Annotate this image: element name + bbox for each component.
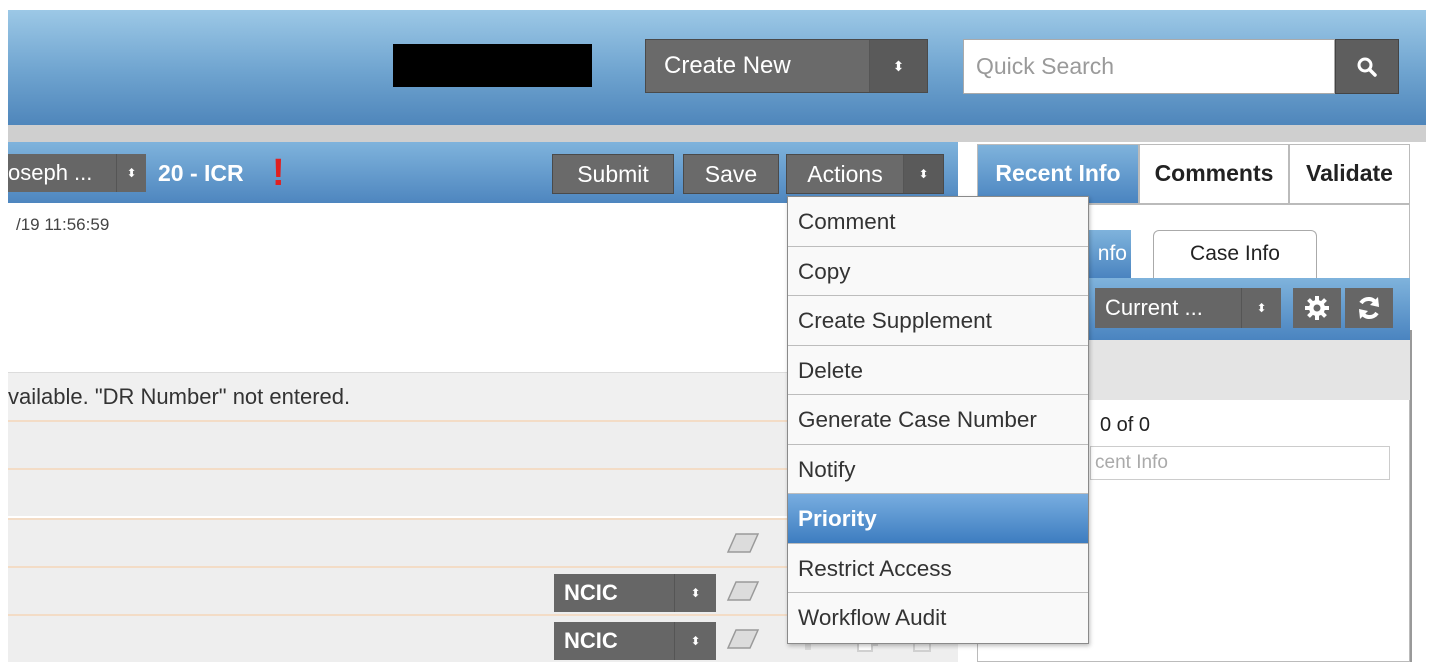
- eraser-icon[interactable]: [726, 580, 760, 602]
- person-select-label: oseph ...: [8, 160, 93, 185]
- create-new-select[interactable]: Create New ⬍: [645, 39, 928, 93]
- quick-search-placeholder: Quick Search: [976, 53, 1115, 79]
- tab-validate[interactable]: Validate: [1289, 144, 1410, 204]
- search-icon: [1357, 57, 1377, 77]
- panel-border: [1410, 330, 1412, 662]
- ncic-select[interactable]: NCIC ⬍: [554, 574, 716, 612]
- info-toolbar: Current ... ⬍: [1083, 278, 1410, 340]
- quick-search-input[interactable]: Quick Search: [963, 39, 1335, 94]
- submit-button[interactable]: Submit: [552, 154, 674, 194]
- menu-item-priority[interactable]: Priority: [788, 494, 1088, 544]
- current-select[interactable]: Current ... ⬍: [1095, 288, 1281, 328]
- gear-icon: [1305, 296, 1329, 320]
- person-select[interactable]: oseph ... ⬍: [8, 154, 146, 192]
- tab-recent-info[interactable]: Recent Info: [977, 144, 1139, 204]
- header-separator: [8, 125, 1426, 142]
- case-type-label: 20 - ICR: [158, 160, 244, 186]
- record-count: 0 of 0: [1100, 414, 1151, 436]
- menu-item-workflow-audit[interactable]: Workflow Audit: [788, 593, 1088, 643]
- menu-item-generate-case-number[interactable]: Generate Case Number: [788, 395, 1088, 445]
- menu-item-delete[interactable]: Delete: [788, 345, 1088, 395]
- create-new-label: Create New: [664, 52, 791, 79]
- case-toolbar: oseph ... ⬍ 20 - ICR ! Submit Save Actio…: [8, 142, 958, 203]
- alert-icon: !: [272, 152, 285, 194]
- chevron-updown-icon[interactable]: ⬍: [674, 622, 716, 660]
- chevron-updown-icon[interactable]: ⬍: [674, 574, 716, 612]
- refresh-icon: [1359, 297, 1379, 319]
- save-button[interactable]: Save: [683, 154, 779, 194]
- search-button[interactable]: [1335, 39, 1399, 94]
- subtab-case-info[interactable]: Case Info: [1153, 230, 1317, 278]
- chevron-updown-icon[interactable]: ⬍: [869, 40, 927, 92]
- ncic-label: NCIC: [564, 628, 618, 653]
- ncic-select[interactable]: NCIC ⬍: [554, 622, 716, 660]
- chevron-updown-icon[interactable]: ⬍: [1241, 288, 1281, 328]
- case-timestamp: /19 11:56:59: [16, 215, 110, 234]
- menu-item-copy[interactable]: Copy: [788, 246, 1088, 296]
- tab-comments[interactable]: Comments: [1139, 144, 1289, 204]
- info-section-header: [1083, 340, 1410, 400]
- chevron-updown-icon[interactable]: ⬍: [116, 154, 146, 192]
- settings-button[interactable]: [1293, 288, 1341, 328]
- recent-info-filter-input[interactable]: cent Info: [1090, 446, 1390, 480]
- ncic-label: NCIC: [564, 580, 618, 605]
- menu-item-comment[interactable]: Comment: [788, 197, 1088, 247]
- menu-item-restrict-access[interactable]: Restrict Access: [788, 543, 1088, 593]
- subtab-info[interactable]: nfo: [1083, 230, 1131, 278]
- actions-label: Actions: [807, 161, 883, 187]
- eraser-icon[interactable]: [726, 532, 760, 554]
- redacted-area: [393, 44, 592, 87]
- refresh-button[interactable]: [1345, 288, 1393, 328]
- menu-item-notify[interactable]: Notify: [788, 444, 1088, 494]
- actions-dropdown-menu: Comment Copy Create Supplement Delete Genera…: [787, 196, 1089, 644]
- actions-button[interactable]: Actions ⬍: [786, 154, 944, 194]
- current-select-label: Current ...: [1105, 295, 1203, 320]
- chevron-updown-icon[interactable]: ⬍: [903, 155, 943, 193]
- menu-item-create-supplement[interactable]: Create Supplement: [788, 296, 1088, 346]
- eraser-icon[interactable]: [726, 628, 760, 650]
